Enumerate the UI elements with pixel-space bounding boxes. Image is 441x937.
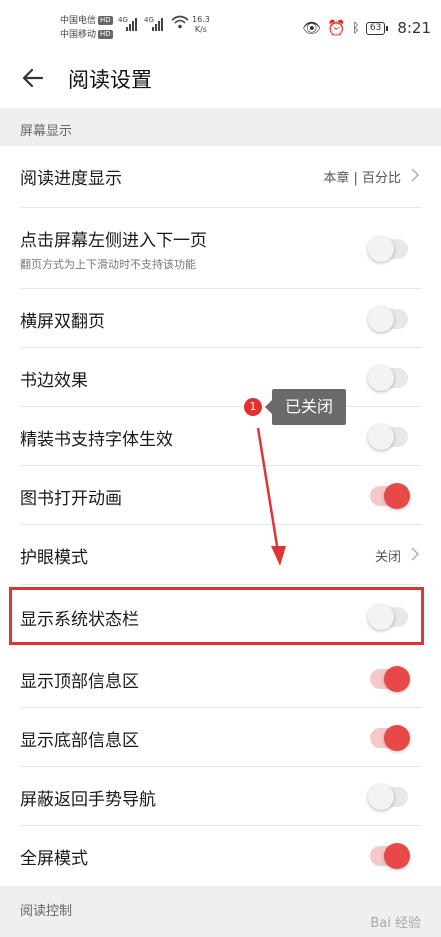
- toggle-knob: [384, 843, 410, 869]
- chevron-right-icon: [411, 547, 419, 561]
- chevron-right-icon: [411, 168, 419, 182]
- hd-badge: HD: [98, 16, 113, 25]
- status-bar: 中国电信 HD 中国移动 HD 4G 4G 16.3 K/s 👁 ⏰ ᛒ 63 8:…: [0, 0, 441, 52]
- app-header: 阅读设置: [0, 52, 441, 108]
- toggle-switch[interactable]: [368, 784, 408, 810]
- signal-icon: [152, 17, 163, 31]
- toggle-knob: [368, 236, 394, 262]
- back-arrow-icon[interactable]: [22, 68, 44, 88]
- hd-badge: HD: [98, 30, 113, 39]
- setting-value: 关闭: [374, 550, 401, 565]
- setting-label: 全屏模式: [20, 849, 88, 869]
- setting-label: 书边效果: [20, 371, 88, 391]
- setting-label: 横屏双翻页: [20, 312, 105, 332]
- annotation-number-badge: 1: [243, 397, 263, 417]
- section-header-screen: 屏幕显示: [0, 108, 441, 146]
- setting-row-bottom-info-area[interactable]: 显示底部信息区: [0, 708, 441, 767]
- toggle-knob: [384, 666, 410, 692]
- setting-row-tap-left-next-page[interactable]: 点击屏幕左侧进入下一页 翻页方式为上下滑动时不支持该功能: [0, 208, 441, 289]
- setting-label: 精装书支持字体生效: [20, 430, 173, 450]
- setting-row-book-edge-effect[interactable]: 书边效果: [0, 348, 441, 407]
- divider: [20, 584, 421, 585]
- toggle-knob: [368, 306, 394, 332]
- toggle-knob: [368, 365, 394, 391]
- setting-row-deluxe-font[interactable]: 精装书支持字体生效: [0, 407, 441, 466]
- setting-description: 翻页方式为上下滑动时不支持该功能: [20, 258, 196, 271]
- setting-row-top-info-area[interactable]: 显示顶部信息区: [0, 649, 441, 708]
- toggle-switch[interactable]: [368, 424, 408, 450]
- toggle-switch[interactable]: [370, 666, 410, 692]
- setting-row-fullscreen[interactable]: 全屏模式: [0, 826, 441, 885]
- toggle-switch[interactable]: [370, 843, 410, 869]
- bluetooth-icon: ᛒ: [352, 20, 360, 36]
- wifi-icon: [171, 15, 189, 29]
- toggle-switch[interactable]: [370, 725, 410, 751]
- toggle-switch[interactable]: [370, 483, 410, 509]
- setting-label: 显示底部信息区: [20, 731, 139, 751]
- alarm-icon: ⏰: [327, 19, 347, 37]
- setting-row-open-animation[interactable]: 图书打开动画: [0, 466, 441, 525]
- setting-label: 显示顶部信息区: [20, 672, 139, 692]
- toggle-knob: [368, 784, 394, 810]
- setting-label: 护眼模式: [20, 548, 88, 568]
- setting-value: 本章 | 百分比: [323, 171, 401, 186]
- network-speed: 16.3 K/s: [192, 15, 210, 34]
- toggle-switch[interactable]: [368, 236, 408, 262]
- setting-label: 图书打开动画: [20, 489, 122, 509]
- page-title: 阅读设置: [68, 68, 152, 92]
- carrier-1: 中国电信 HD: [60, 16, 113, 26]
- annotation-tooltip: 已关闭: [265, 389, 346, 425]
- setting-row-block-back-gesture[interactable]: 屏蔽返回手势导航: [0, 767, 441, 826]
- clock: 8:21: [397, 19, 431, 37]
- eye-icon: 👁: [302, 19, 322, 37]
- setting-label: 屏蔽返回手势导航: [20, 790, 156, 810]
- status-icons: 👁 ⏰ ᛒ 63 8:21: [302, 19, 431, 37]
- toggle-knob: [368, 424, 394, 450]
- signal-icon: [126, 17, 137, 31]
- toggle-knob: [384, 483, 410, 509]
- carrier-2: 中国移动 HD: [60, 30, 113, 40]
- setting-row-reading-progress[interactable]: 阅读进度显示 本章 | 百分比: [0, 146, 441, 208]
- setting-row-eye-protection[interactable]: 护眼模式 关闭: [0, 525, 441, 585]
- toggle-knob: [384, 725, 410, 751]
- setting-label: 阅读进度显示: [20, 169, 122, 189]
- battery-icon: 63: [365, 21, 389, 35]
- toggle-switch[interactable]: [368, 306, 408, 332]
- highlight-box: [9, 587, 424, 645]
- watermark: Bai 经验: [370, 916, 421, 931]
- setting-row-landscape-double-page[interactable]: 横屏双翻页: [0, 289, 441, 348]
- toggle-switch[interactable]: [368, 365, 408, 391]
- setting-label: 点击屏幕左侧进入下一页: [20, 231, 207, 251]
